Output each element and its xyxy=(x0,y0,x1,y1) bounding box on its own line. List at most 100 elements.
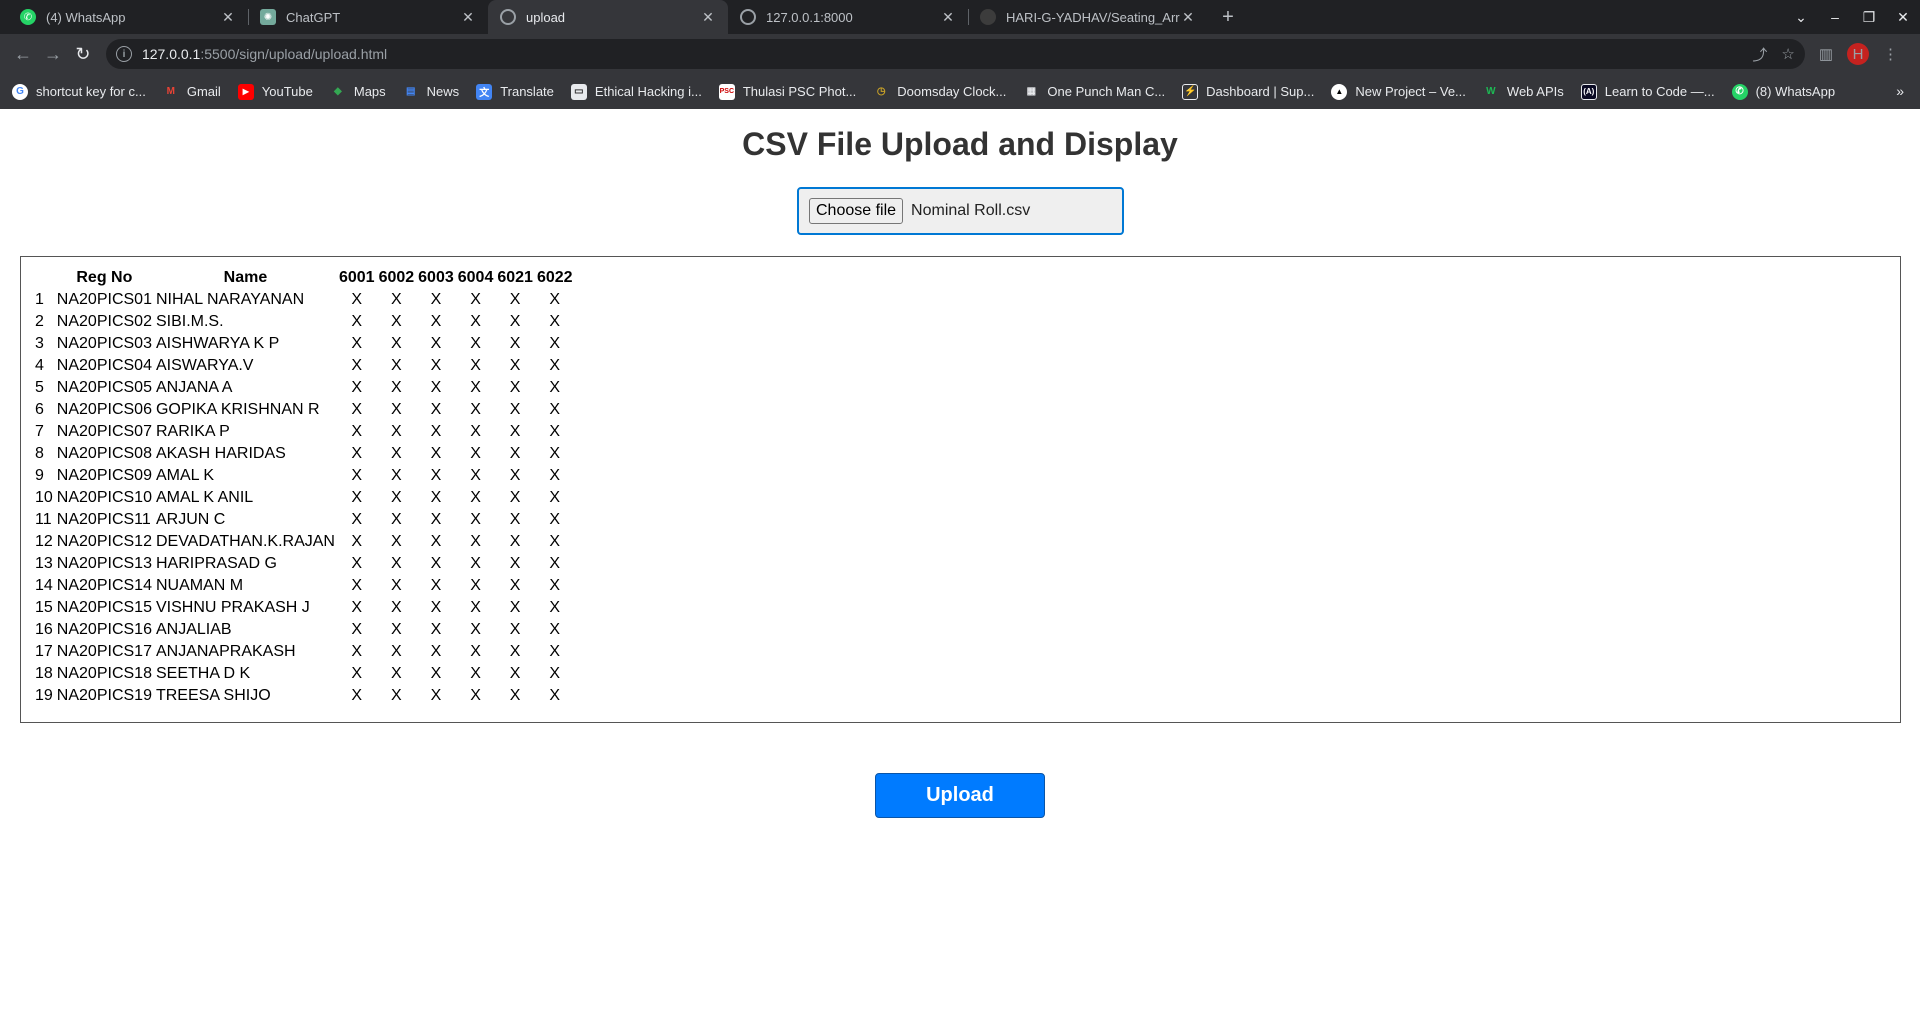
bookmark-label: Maps xyxy=(353,84,386,99)
close-icon[interactable]: ✕ xyxy=(220,9,236,25)
table-cell: ARJUN C xyxy=(155,511,226,528)
close-icon[interactable]: ✕ xyxy=(460,9,476,25)
table-cell: NIHAL NARAYANAN xyxy=(155,291,305,308)
globe-icon xyxy=(500,9,516,25)
bookmark-item[interactable]: ◆ Maps xyxy=(330,84,386,100)
table-row: 13 NA20PICS13 HARIPRASAD G X X X X X X xyxy=(33,553,575,575)
bookmark-item[interactable]: M Gmail xyxy=(163,84,221,100)
table-cell: NA20PICS07 xyxy=(56,423,152,440)
close-icon[interactable]: ✕ xyxy=(700,9,716,25)
restore-icon[interactable]: ❐ xyxy=(1852,9,1886,26)
table-cell: X xyxy=(391,643,402,660)
whatsapp-icon: ✆ xyxy=(1731,83,1748,100)
site-info-icon[interactable]: i xyxy=(115,46,132,62)
bookmark-item[interactable]: ✆ (8) WhatsApp xyxy=(1731,83,1835,100)
upload-button[interactable]: Upload xyxy=(875,773,1045,818)
tab-strip: ✆ (4) WhatsApp ✕ ✺ ChatGPT ✕ upload ✕ 12… xyxy=(0,0,1920,34)
tab-whatsapp[interactable]: ✆ (4) WhatsApp ✕ xyxy=(8,0,248,34)
table-cell: X xyxy=(391,599,402,616)
table-cell: X xyxy=(391,313,402,330)
close-icon[interactable]: ✕ xyxy=(1180,9,1196,25)
file-input[interactable]: Choose file Nominal Roll.csv xyxy=(797,187,1124,235)
table-header-row: Reg No Name 6001 6002 6003 6004 6021 6022 xyxy=(33,267,575,289)
bookmark-label: One Punch Man C... xyxy=(1047,84,1166,99)
table-cell: NA20PICS02 xyxy=(56,313,152,330)
bookmark-item[interactable]: ⚡ Dashboard | Sup... xyxy=(1182,83,1314,100)
column-header: 6004 xyxy=(457,269,494,286)
table-cell: NA20PICS17 xyxy=(56,643,152,660)
address-bar[interactable]: i 127.0.0.1:5500/sign/upload/upload.html… xyxy=(105,39,1805,69)
table-cell: X xyxy=(430,577,442,594)
table-cell: X xyxy=(549,511,561,528)
table-cell: X xyxy=(430,423,442,440)
bookmark-item[interactable]: PSC Thulasi PSC Phot... xyxy=(718,83,856,100)
chatgpt-icon: ✺ xyxy=(260,9,276,25)
menu-icon[interactable]: ⋮ xyxy=(1883,45,1898,63)
share-icon[interactable]: ⤴ xyxy=(1752,44,1767,65)
table-cell: X xyxy=(509,665,521,682)
bookmark-item[interactable]: ▤ News xyxy=(403,84,459,100)
table-row: 12 NA20PICS12 DEVADATHAN.K.RAJAN X X X X X X xyxy=(33,531,575,553)
column-header: Name xyxy=(223,269,268,286)
table-cell: X xyxy=(430,357,442,374)
table-row: 9 NA20PICS09 AMAL K X X X X X X xyxy=(33,465,575,487)
globe-icon xyxy=(740,9,756,25)
table-cell: X xyxy=(351,533,363,550)
table-cell: X xyxy=(391,687,402,704)
new-tab-button[interactable]: + xyxy=(1214,0,1242,34)
bookmark-item[interactable]: Gshortcut key for c... xyxy=(12,83,146,100)
bookmark-item[interactable]: ▦ One Punch Man C... xyxy=(1023,84,1166,100)
table-cell: 14 xyxy=(35,577,53,594)
bookmark-item[interactable]: ▶ YouTube xyxy=(237,83,313,100)
tab-localhost-8000[interactable]: 127.0.0.1:8000 ✕ xyxy=(728,0,968,34)
table-cell: X xyxy=(470,533,481,550)
table-cell: X xyxy=(509,313,521,330)
table-cell: NA20PICS18 xyxy=(56,665,152,682)
table-cell: X xyxy=(549,423,561,440)
forward-icon[interactable]: → xyxy=(38,39,68,69)
table-cell: X xyxy=(470,489,481,506)
table-cell: RARIKA P xyxy=(155,423,230,440)
table-cell: X xyxy=(509,291,521,308)
tab-upload[interactable]: upload ✕ xyxy=(488,0,728,34)
table-cell: X xyxy=(430,533,442,550)
table-cell: AISWARYA.V xyxy=(155,357,254,374)
table-cell: AMAL K ANIL xyxy=(155,489,254,506)
table-cell: X xyxy=(391,511,402,528)
avatar[interactable]: H xyxy=(1847,43,1870,65)
tab-github[interactable]: HARI-G-YADHAV/Seating_Arr ✕ xyxy=(968,0,1208,34)
side-panel-icon[interactable]: ▥ xyxy=(1819,45,1833,63)
github-icon xyxy=(980,9,996,25)
tab-chatgpt[interactable]: ✺ ChatGPT ✕ xyxy=(248,0,488,34)
table-cell: X xyxy=(509,357,521,374)
back-icon[interactable]: ← xyxy=(8,39,38,69)
close-icon[interactable]: ✕ xyxy=(940,9,956,25)
table-cell: VISHNU PRAKASH J xyxy=(155,599,310,616)
bookmark-item[interactable]: ▲ New Project – Ve... xyxy=(1331,83,1466,100)
table-cell: X xyxy=(509,577,521,594)
choose-file-button[interactable]: Choose file xyxy=(809,198,904,224)
table-cell: 4 xyxy=(35,357,44,374)
chevron-right-icon[interactable]: » xyxy=(1896,83,1904,99)
table-cell: NA20PICS19 xyxy=(56,687,152,704)
close-window-icon[interactable]: ✕ xyxy=(1886,9,1920,26)
window-controls: ⌄ – ❐ ✕ xyxy=(1784,0,1920,34)
bookmark-item[interactable]: (A) Learn to Code —... xyxy=(1580,83,1715,100)
bookmark-item[interactable]: ◷ Doomsday Clock... xyxy=(873,84,1006,100)
table-cell: X xyxy=(430,313,442,330)
bookmark-item[interactable]: 文 Translate xyxy=(476,83,554,100)
column-header: 6003 xyxy=(418,269,454,286)
table-cell: X xyxy=(470,511,481,528)
tab-title: ChatGPT xyxy=(286,9,341,25)
table-cell: X xyxy=(470,555,481,572)
reload-icon[interactable]: ↻ xyxy=(68,39,98,69)
bookmark-star-icon[interactable]: ☆ xyxy=(1781,45,1794,63)
tab-search-icon[interactable]: ⌄ xyxy=(1784,9,1818,26)
table-cell: X xyxy=(430,379,442,396)
table-cell: 12 xyxy=(35,533,53,550)
minimize-icon[interactable]: – xyxy=(1818,9,1852,25)
table-cell: ANJANAPRAKASH xyxy=(155,643,296,660)
bookmark-item[interactable]: ▭ Ethical Hacking i... xyxy=(570,83,702,100)
table-cell: 7 xyxy=(35,423,44,440)
bookmark-item[interactable]: W Web APIs xyxy=(1483,84,1564,100)
